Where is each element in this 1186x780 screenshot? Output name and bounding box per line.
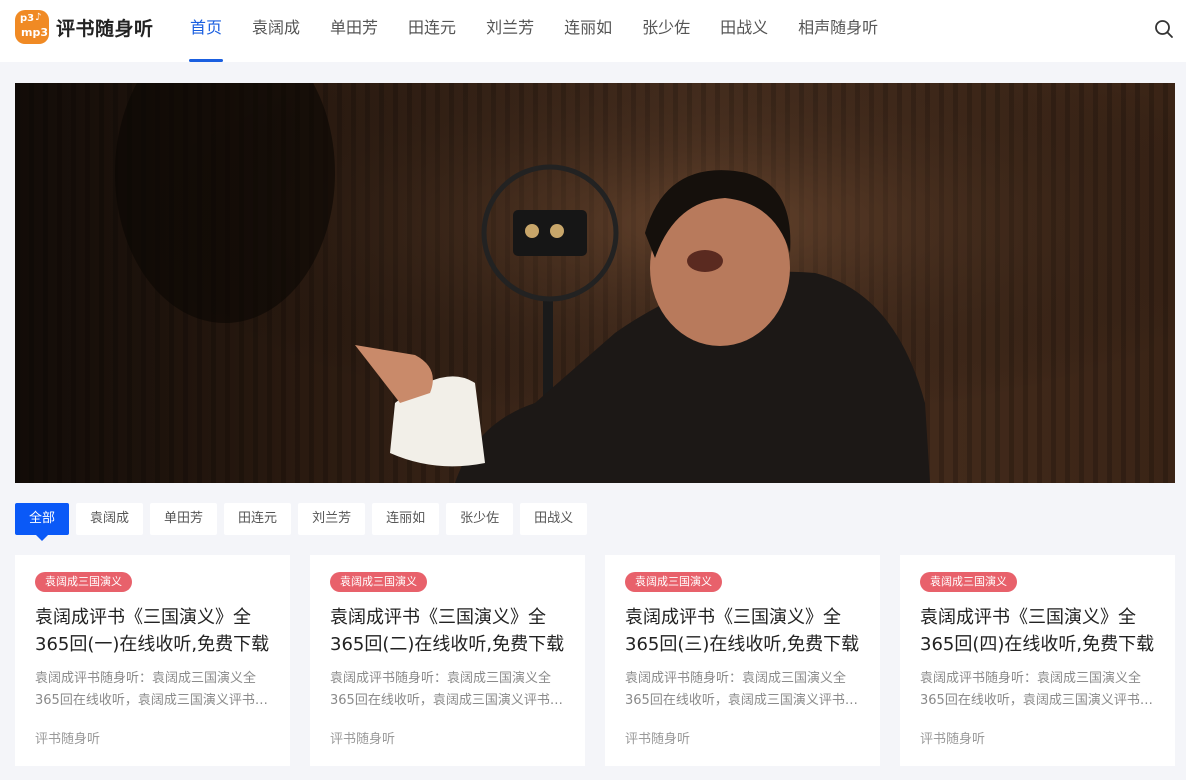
article-source: 评书随身听	[330, 732, 396, 747]
banner-image	[15, 83, 1175, 483]
main-nav: 首页 袁阔成 单田芳 田连元 刘兰芳 连丽如 张少佐 田战义 相声随身听	[178, 0, 896, 62]
article-title[interactable]: 袁阔成评书《三国演义》全365回(二)在线收听,免费下载	[330, 604, 565, 658]
hero-banner[interactable]	[15, 83, 1175, 483]
article-summary: 袁阔成评书随身听：袁阔成三国演义全365回在线收听，袁阔成三国演义评书免费下载	[920, 671, 1153, 708]
music-note-icon: ♪	[35, 12, 42, 23]
article-list: 袁阔成三国演义 袁阔成评书《三国演义》全365回(一)在线收听,免费下载 袁阔成…	[15, 555, 1175, 766]
logo-line1: p3	[20, 13, 35, 24]
nav-item-shantianfang[interactable]: 单田芳	[318, 0, 390, 62]
top-header: p3 ♪ mp3 评书随身听 首页 袁阔成 单田芳 田连元 刘兰芳 连丽如 张少…	[0, 0, 1186, 62]
filter-lianliru[interactable]: 连丽如	[372, 503, 440, 535]
search-icon	[1155, 20, 1173, 38]
article-source: 评书随身听	[920, 732, 986, 747]
nav-item-zhangshaozuo[interactable]: 张少佐	[630, 0, 702, 62]
article-source: 评书随身听	[35, 732, 101, 747]
logo-line2: mp3	[21, 26, 48, 39]
category-tag[interactable]: 袁阔成三国演义	[920, 572, 1017, 592]
nav-item-xiangsheng[interactable]: 相声随身听	[786, 0, 890, 62]
nav-item-tianlianyuan[interactable]: 田连元	[396, 0, 468, 62]
category-tag[interactable]: 袁阔成三国演义	[625, 572, 722, 592]
filter-liulanfang[interactable]: 刘兰芳	[298, 503, 366, 535]
filter-shantianfang[interactable]: 单田芳	[150, 503, 218, 535]
nav-item-tianzhanyi[interactable]: 田战义	[708, 0, 780, 62]
category-tag[interactable]: 袁阔成三国演义	[35, 572, 132, 592]
article-summary: 袁阔成评书随身听：袁阔成三国演义全365回在线收听，袁阔成三国演义评书免费下载	[625, 671, 858, 708]
site-title: 评书随身听	[56, 17, 154, 40]
filter-yuankuocheng[interactable]: 袁阔成	[76, 503, 144, 535]
filter-all[interactable]: 全部	[15, 503, 70, 541]
nav-item-liulanfang[interactable]: 刘兰芳	[474, 0, 546, 62]
logo-icon: p3 ♪ mp3	[15, 10, 49, 44]
category-filters: 全部 袁阔成 单田芳 田连元 刘兰芳 连丽如 张少佐 田战义	[15, 503, 594, 541]
article-card[interactable]: 袁阔成三国演义 袁阔成评书《三国演义》全365回(二)在线收听,免费下载 袁阔成…	[310, 555, 585, 766]
article-source: 评书随身听	[625, 732, 691, 747]
nav-item-home[interactable]: 首页	[178, 0, 234, 62]
filter-tianzhanyi[interactable]: 田战义	[520, 503, 588, 535]
article-card[interactable]: 袁阔成三国演义 袁阔成评书《三国演义》全365回(三)在线收听,免费下载 袁阔成…	[605, 555, 880, 766]
filter-tianlianyuan[interactable]: 田连元	[224, 503, 292, 535]
article-card[interactable]: 袁阔成三国演义 袁阔成评书《三国演义》全365回(四)在线收听,免费下载 袁阔成…	[900, 555, 1175, 766]
article-title[interactable]: 袁阔成评书《三国演义》全365回(一)在线收听,免费下载	[35, 604, 270, 658]
article-card[interactable]: 袁阔成三国演义 袁阔成评书《三国演义》全365回(一)在线收听,免费下载 袁阔成…	[15, 555, 290, 766]
nav-item-yuankuocheng[interactable]: 袁阔成	[240, 0, 312, 62]
article-summary: 袁阔成评书随身听：袁阔成三国演义全365回在线收听，袁阔成三国演义评书免费下载	[35, 671, 268, 708]
article-title[interactable]: 袁阔成评书《三国演义》全365回(四)在线收听,免费下载	[920, 604, 1155, 658]
site-logo[interactable]: p3 ♪ mp3 评书随身听	[15, 9, 154, 45]
article-summary: 袁阔成评书随身听：袁阔成三国演义全365回在线收听，袁阔成三国演义评书免费下载	[330, 671, 563, 708]
nav-item-lianliru[interactable]: 连丽如	[552, 0, 624, 62]
category-tag[interactable]: 袁阔成三国演义	[330, 572, 427, 592]
filter-zhangshaozuo[interactable]: 张少佐	[446, 503, 514, 535]
article-title[interactable]: 袁阔成评书《三国演义》全365回(三)在线收听,免费下载	[625, 604, 860, 658]
search-button[interactable]	[1152, 17, 1176, 41]
